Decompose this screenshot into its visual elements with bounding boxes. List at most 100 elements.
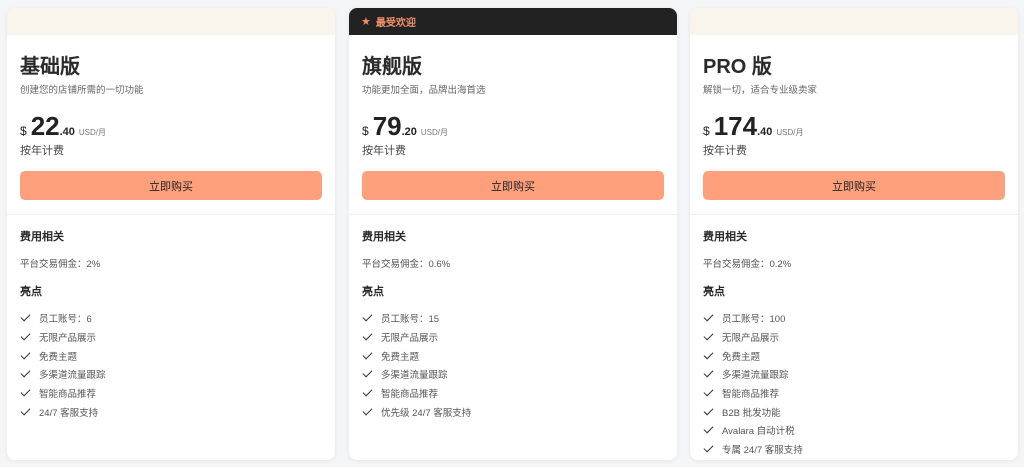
feature-label: 无限产品展示 — [39, 333, 97, 345]
buy-now-button[interactable]: 立即购买 — [703, 171, 1005, 200]
feature-item: 多渠道流量跟踪 — [703, 365, 1005, 384]
price-decimal: .40 — [59, 126, 75, 138]
feature-label: 优先级 24/7 客服支持 — [381, 407, 472, 419]
billing-period: 按年计费 — [362, 145, 406, 157]
plan-price: $ 22 .40 USD/月 — [20, 111, 322, 141]
feature-list: 员工账号：6 无限产品展示 免费主题多渠道流量跟踪 智能商品推荐 24/7 客服支持 — [20, 309, 322, 421]
commission-rate: 平台交易佣金：2% — [20, 259, 101, 270]
plan-card: 基础版 创建您的店铺所需的一切功能 $ 22 .40 USD/月 按年计费 立即… — [7, 8, 335, 460]
feature-label: 智能商品推荐 — [722, 389, 780, 401]
feature-item: 免费主题 — [703, 346, 1005, 365]
feature-label: 24/7 客服支持 — [39, 407, 99, 419]
check-icon — [703, 311, 714, 322]
check-icon — [362, 311, 373, 322]
feature-item: 员工账号：100 — [703, 309, 1005, 328]
plan-price: $ 174 .40 USD/月 — [703, 111, 1005, 141]
feature-item: 智能商品推荐 — [703, 384, 1005, 403]
star-icon: ★ — [361, 16, 371, 28]
price-decimal: .20 — [401, 126, 417, 138]
feature-label: 免费主题 — [39, 351, 78, 363]
plan-card-header — [7, 8, 335, 35]
divider — [7, 214, 335, 215]
feature-item: 免费主题 — [20, 346, 322, 365]
feature-item: 智能商品推荐 — [362, 384, 664, 403]
check-icon — [703, 442, 714, 453]
highlights-heading: 亮点 — [703, 286, 725, 298]
check-icon — [703, 424, 714, 434]
plan-card: PRO 版 解锁一切，适合专业级卖家 $ 174 .40 USD/月 按年计费 … — [690, 8, 1018, 460]
check-icon — [703, 405, 714, 416]
divider — [690, 214, 1018, 215]
feature-list: 员工账号：100 无限产品展示 免费主题多渠道流量跟踪 智能商品推荐 B2B 批发功能 A… — [703, 309, 1005, 459]
buy-now-button[interactable]: 立即购买 — [362, 171, 664, 200]
check-icon — [362, 349, 373, 360]
billing-period: 按年计费 — [20, 145, 64, 157]
feature-item: 专属 24/7 客服支持 — [703, 440, 1005, 459]
check-icon — [703, 367, 714, 378]
feature-item: Avalara 自动计税 — [703, 421, 1005, 440]
plan-price: $ 79 .20 USD/月 — [362, 111, 664, 141]
price-integer: 79 — [372, 111, 402, 141]
feature-item: 多渠道流量跟踪 — [20, 365, 322, 384]
price-unit: USD/月 — [78, 128, 107, 137]
feature-label: 多渠道流量跟踪 — [39, 370, 106, 382]
buy-now-button[interactable]: 立即购买 — [20, 171, 322, 200]
plan-card-header — [690, 8, 1018, 35]
feature-item: 免费主题 — [362, 346, 664, 365]
price-unit: USD/月 — [776, 128, 804, 137]
highlights-heading: 亮点 — [362, 286, 384, 298]
check-icon — [703, 349, 714, 360]
commission-rate: 平台交易佣金：0.6% — [362, 259, 451, 270]
check-icon — [362, 330, 373, 341]
plan-description: 功能更加全面，品牌出海首选 — [362, 85, 486, 96]
check-icon — [703, 386, 714, 397]
feature-item: 多渠道流量跟踪 — [362, 365, 664, 384]
feature-item: 24/7 客服支持 — [20, 402, 322, 421]
fee-heading: 费用相关 — [362, 231, 406, 243]
check-icon — [20, 349, 31, 360]
check-icon — [20, 311, 31, 322]
feature-label: 免费主题 — [722, 351, 761, 363]
feature-item: 无限产品展示 — [362, 328, 664, 347]
price-integer: 174 — [713, 111, 758, 141]
feature-label: B2B 批发功能 — [722, 407, 781, 419]
plan-description: 解锁一切，适合专业级卖家 — [703, 85, 818, 96]
check-icon — [20, 367, 31, 378]
currency-symbol: $ — [362, 124, 369, 138]
plan-card-header: ★ 最受欢迎 — [349, 8, 677, 35]
currency-symbol: $ — [703, 124, 710, 138]
plan-title: 旗舰版 — [362, 56, 422, 78]
plan-title: 基础版 — [20, 56, 80, 78]
feature-item: 员工账号：15 — [362, 309, 664, 328]
feature-item: 无限产品展示 — [703, 328, 1005, 347]
check-icon — [20, 405, 31, 416]
check-icon — [362, 386, 373, 397]
feature-list: 员工账号：15 无限产品展示免费主题多渠道流量跟踪 智能商品推荐优先级 24/7 客… — [362, 309, 664, 421]
check-icon — [20, 330, 31, 341]
price-integer: 22 — [30, 111, 60, 141]
feature-label: 智能商品推荐 — [381, 389, 439, 401]
billing-period: 按年计费 — [703, 145, 747, 157]
check-icon — [703, 330, 714, 341]
feature-label: 智能商品推荐 — [39, 389, 97, 401]
commission-rate: 平台交易佣金：0.2% — [703, 259, 792, 270]
feature-label: 专属 24/7 客服支持 — [722, 445, 803, 457]
fee-heading: 费用相关 — [20, 231, 64, 243]
divider — [349, 214, 677, 215]
highlights-heading: 亮点 — [20, 286, 42, 298]
plan-title: PRO 版 — [703, 56, 772, 78]
feature-item: B2B 批发功能 — [703, 402, 1005, 421]
feature-item: 无限产品展示 — [20, 328, 322, 347]
feature-item: 优先级 24/7 客服支持 — [362, 402, 664, 421]
feature-label: 多渠道流量跟踪 — [722, 370, 789, 382]
feature-label: 多渠道流量跟踪 — [381, 370, 448, 382]
feature-item: 员工账号：6 — [20, 309, 322, 328]
feature-label: 免费主题 — [381, 351, 420, 363]
feature-item: 智能商品推荐 — [20, 384, 322, 403]
check-icon — [362, 367, 373, 378]
feature-label: 员工账号：6 — [39, 314, 92, 326]
feature-label: 员工账号：15 — [381, 314, 440, 326]
check-icon — [20, 386, 31, 397]
feature-label: 无限产品展示 — [722, 333, 780, 345]
plan-card: ★ 最受欢迎 旗舰版 功能更加全面，品牌出海首选 $ 79 .20 USD/月 按… — [349, 8, 677, 460]
